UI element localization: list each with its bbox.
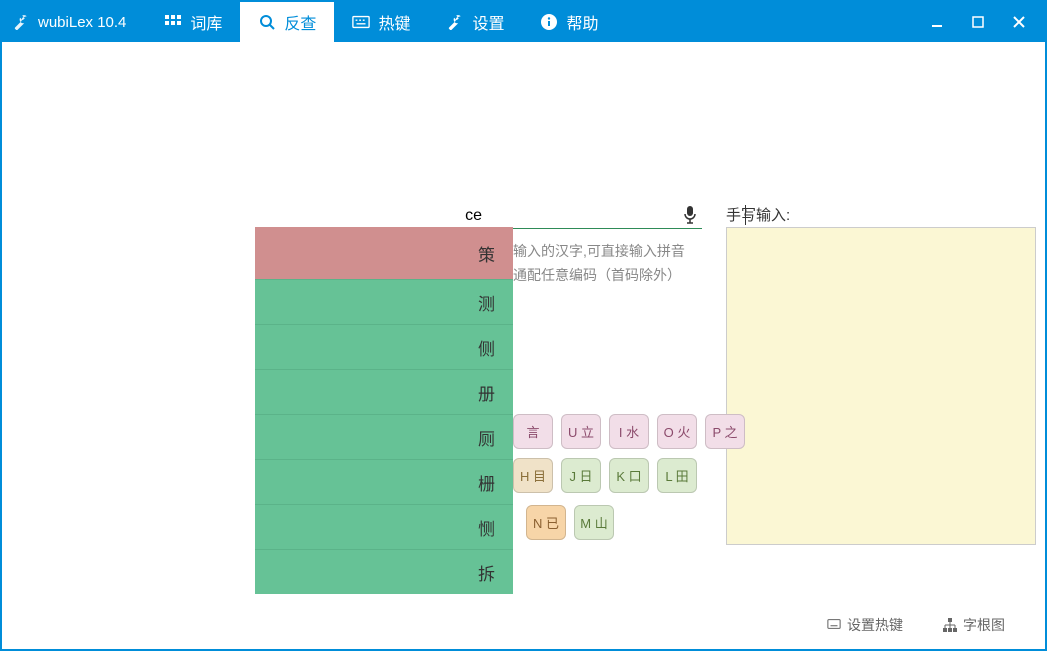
- close-button[interactable]: [1011, 14, 1027, 30]
- handwrite-label: 手写输入:: [726, 204, 790, 225]
- search-row: [255, 205, 702, 229]
- tab-label: 反查: [284, 10, 316, 34]
- tab-hotkey[interactable]: 热键: [334, 2, 428, 42]
- suggestion-item[interactable]: 栅: [255, 459, 513, 504]
- keyboard-icon: [827, 618, 841, 632]
- key[interactable]: K 口: [609, 458, 649, 493]
- wrench-icon: [12, 13, 30, 31]
- suggestion-list: 策 测 侧 册 厕 栅 恻 拆: [255, 227, 513, 594]
- mic-icon[interactable]: [682, 205, 702, 225]
- keyboard-icon: [352, 13, 370, 31]
- keyboard-row-2: H 目 J 日 K 口 L 田: [513, 458, 697, 493]
- key[interactable]: 言: [513, 414, 553, 449]
- key[interactable]: I 水: [609, 414, 649, 449]
- key[interactable]: N 已: [526, 505, 566, 540]
- suggestion-item[interactable]: 拆: [255, 549, 513, 594]
- hint-line: 输入的汉字,可直接输入拼音: [513, 240, 685, 264]
- tab-label: 帮助: [566, 10, 598, 34]
- key[interactable]: U 立: [561, 414, 601, 449]
- tab-label: 热键: [378, 10, 410, 34]
- handwrite-panel[interactable]: [726, 227, 1036, 545]
- suggestion-item[interactable]: 测: [255, 279, 513, 324]
- footer-hotkey-link[interactable]: 设置热键: [827, 615, 903, 635]
- suggestion-item[interactable]: 恻: [255, 504, 513, 549]
- wrench-icon: [446, 13, 464, 31]
- tab-label: 设置: [472, 10, 504, 34]
- key[interactable]: O 火: [657, 414, 697, 449]
- content-area: 输入的汉字,可直接输入拼音 通配任意编码（首码除外） 策 测 侧 册 厕 栅 恻…: [2, 42, 1045, 649]
- tab-dict[interactable]: 词库: [146, 2, 240, 42]
- suggestion-item[interactable]: 策: [255, 227, 513, 279]
- tab-lookup[interactable]: 反查: [240, 2, 334, 42]
- window-controls: [929, 14, 1045, 30]
- tab-settings[interactable]: 设置: [428, 2, 522, 42]
- key[interactable]: M 山: [574, 505, 614, 540]
- keyboard-row-1: 言 U 立 I 水 O 火 P 之: [513, 414, 745, 449]
- key[interactable]: J 日: [561, 458, 601, 493]
- search-input[interactable]: [255, 207, 682, 225]
- footer-link-label: 设置热键: [847, 615, 903, 635]
- suggestion-item[interactable]: 厕: [255, 414, 513, 459]
- key[interactable]: H 目: [513, 458, 553, 493]
- app-title: wubiLex 10.4: [38, 14, 126, 31]
- footer-links: 设置热键 字根图: [827, 615, 1005, 635]
- key[interactable]: L 田: [657, 458, 697, 493]
- footer-link-label: 字根图: [963, 615, 1005, 635]
- search-icon: [258, 13, 276, 31]
- hint-text: 输入的汉字,可直接输入拼音 通配任意编码（首码除外）: [513, 240, 685, 288]
- key[interactable]: P 之: [705, 414, 745, 449]
- tab-help[interactable]: 帮助: [522, 2, 616, 42]
- info-icon: [540, 13, 558, 31]
- suggestion-item[interactable]: 侧: [255, 324, 513, 369]
- footer-root-link[interactable]: 字根图: [943, 615, 1005, 635]
- suggestion-item[interactable]: 册: [255, 369, 513, 414]
- tree-icon: [943, 618, 957, 632]
- tab-label: 词库: [190, 10, 222, 34]
- keyboard-row-3: N 已 M 山: [526, 505, 614, 540]
- grid-icon: [164, 13, 182, 31]
- titlebar: wubiLex 10.4 词库 反查 热键 设置 帮助: [2, 2, 1045, 42]
- minimize-button[interactable]: [929, 14, 945, 30]
- hint-line: 通配任意编码（首码除外）: [513, 264, 685, 288]
- maximize-button[interactable]: [970, 14, 986, 30]
